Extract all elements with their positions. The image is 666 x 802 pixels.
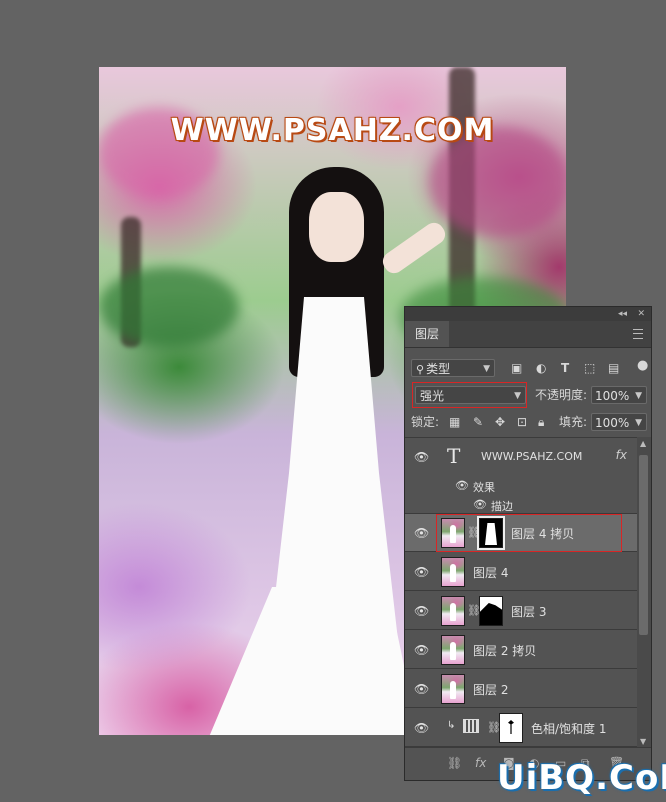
thumbnail-figure (450, 642, 456, 660)
layer-thumbnail[interactable] (441, 674, 465, 704)
tab-layers[interactable]: 图层 (405, 321, 449, 347)
layer-thumbnail[interactable] (441, 635, 465, 665)
close-icon[interactable]: ✕ (637, 307, 645, 321)
foliage (99, 267, 239, 347)
effects-label: 效果 (473, 481, 495, 494)
layer-thumbnail[interactable] (441, 518, 465, 548)
scroll-up-icon[interactable]: ▲ (640, 439, 646, 448)
layers-panel: ◂◂ ✕ 图层 ⚲ 类型 ▼ ▣ ◐ T ⬚ ▤ ● 强光 ▼ 不透明度: 100… (404, 306, 652, 781)
visibility-eye-icon[interactable]: 👁︎ (414, 526, 429, 540)
filter-toggle-icon[interactable]: ● (637, 357, 648, 375)
chevron-down-icon: ▼ (483, 364, 490, 374)
filter-label: 类型 (426, 362, 451, 376)
panel-tab-bar: 图层 (405, 321, 651, 348)
chevron-down-icon: ▼ (635, 391, 642, 401)
effects-row[interactable]: 👁︎ 效果 (405, 476, 637, 495)
layer-name: 图层 4 (473, 566, 509, 580)
thumbnail-figure (450, 525, 456, 543)
fx-badge[interactable]: fx (616, 448, 627, 462)
layer-name: 图层 2 拷贝 (473, 644, 537, 658)
shape-filter-icon[interactable]: ⬚ (584, 359, 595, 377)
visibility-eye-icon[interactable]: 👁︎ (414, 604, 429, 618)
search-icon: ⚲ (416, 363, 425, 376)
effect-stroke-row[interactable]: 👁︎ 描边 (405, 495, 637, 514)
lock-label: 锁定: (411, 415, 440, 429)
lock-transparency-icon[interactable]: ▦ (449, 413, 460, 431)
panel-title-bar[interactable]: ◂◂ ✕ (405, 307, 651, 321)
hue-saturation-adjustment-icon[interactable] (463, 719, 479, 733)
layer-row-text[interactable]: 👁︎ T WWW.PSAHZ.COM fx 👁︎ 效果 👁︎ 描边 (405, 438, 637, 514)
layer-thumbnail[interactable] (441, 596, 465, 626)
opacity-label: 不透明度: (535, 388, 588, 402)
face (309, 192, 364, 262)
lock-position-icon[interactable]: ✥ (495, 413, 505, 431)
layer-row-selected[interactable]: 👁︎ ⛓︎ 图层 4 拷贝 (405, 514, 637, 552)
collapse-icon[interactable]: ◂◂ (618, 307, 627, 321)
visibility-eye-icon[interactable]: 👁︎ (414, 682, 429, 696)
text-layer-icon: T (447, 444, 461, 468)
fill-value: 100% (595, 416, 630, 430)
layer-list: 👁︎ T WWW.PSAHZ.COM fx 👁︎ 效果 👁︎ 描边 👁︎ ⛓︎ … (405, 437, 637, 749)
chevron-down-icon: ▼ (635, 418, 642, 428)
visibility-eye-icon[interactable]: 👁︎ (414, 450, 429, 464)
image-filter-icon[interactable]: ▣ (511, 359, 522, 377)
mask-shape (508, 720, 514, 734)
site-logo: UiBQ.CoM (497, 758, 666, 798)
layer-row[interactable]: 👁︎ 图层 4 (405, 553, 637, 591)
layer-name: 图层 4 拷贝 (511, 527, 575, 541)
layer-row-adjustment[interactable]: 👁︎ ↳ ⛓︎ 色相/饱和度 1 (405, 709, 637, 747)
layer-row[interactable]: 👁︎ 图层 2 拷贝 (405, 631, 637, 669)
watermark-text: WWW.PSAHZ.COM (170, 113, 495, 148)
raised-arm (379, 218, 449, 278)
smart-object-filter-icon[interactable]: ▤ (608, 359, 619, 377)
chevron-down-icon: ▼ (514, 391, 521, 401)
layer-row[interactable]: 👁︎ 图层 2 (405, 670, 637, 708)
link-layers-icon[interactable]: ⛓︎ (447, 756, 462, 770)
layer-name: 图层 3 (511, 605, 547, 619)
scroll-thumb[interactable] (639, 455, 648, 635)
mask-shape (485, 523, 497, 545)
layer-row[interactable]: 👁︎ ⛓︎ 图层 3 (405, 592, 637, 630)
opacity-value: 100% (595, 389, 630, 403)
visibility-eye-icon[interactable]: 👁︎ (414, 721, 429, 735)
visibility-eye-icon[interactable]: 👁︎ (473, 498, 487, 511)
thumbnail-figure (450, 603, 456, 621)
fill-field[interactable]: 100% ▼ (591, 413, 647, 431)
lock-all-icon[interactable]: 🔒︎ (538, 413, 544, 431)
blend-mode-value: 强光 (420, 389, 445, 403)
layer-filter-dropdown[interactable]: ⚲ 类型 ▼ (411, 359, 495, 377)
lock-artboard-icon[interactable]: ⊡ (517, 413, 527, 431)
layer-name: 图层 2 (473, 683, 509, 697)
visibility-eye-icon[interactable]: 👁︎ (414, 643, 429, 657)
blend-mode-dropdown[interactable]: 强光 ▼ (415, 386, 526, 404)
layer-name: WWW.PSAHZ.COM (481, 450, 583, 463)
layer-thumbnail[interactable] (441, 557, 465, 587)
layer-mask-thumbnail[interactable] (479, 596, 503, 626)
opacity-field[interactable]: 100% ▼ (591, 386, 647, 404)
lock-pixels-icon[interactable]: ✎ (473, 413, 483, 431)
visibility-eye-icon[interactable]: 👁︎ (414, 565, 429, 579)
layer-name: 色相/饱和度 1 (531, 722, 607, 736)
layer-list-scrollbar[interactable]: ▲ ▼ (637, 437, 651, 748)
thumbnail-figure (450, 564, 456, 582)
clipping-arrow-icon: ↳ (447, 720, 456, 731)
add-layer-style-button[interactable]: fx (475, 756, 486, 770)
scroll-down-icon[interactable]: ▼ (640, 737, 646, 746)
adjustment-filter-icon[interactable]: ◐ (536, 359, 546, 377)
layer-mask-thumbnail[interactable] (477, 516, 505, 550)
visibility-eye-icon[interactable]: 👁︎ (455, 479, 469, 492)
thumbnail-figure (450, 681, 456, 699)
fill-label: 填充: (559, 415, 588, 429)
panel-menu-icon[interactable] (633, 329, 643, 339)
type-filter-icon[interactable]: T (561, 359, 569, 377)
effect-stroke-label: 描边 (491, 500, 513, 513)
layer-mask-thumbnail[interactable] (499, 713, 523, 743)
mask-shape (480, 603, 502, 625)
dress-hem (209, 587, 419, 735)
